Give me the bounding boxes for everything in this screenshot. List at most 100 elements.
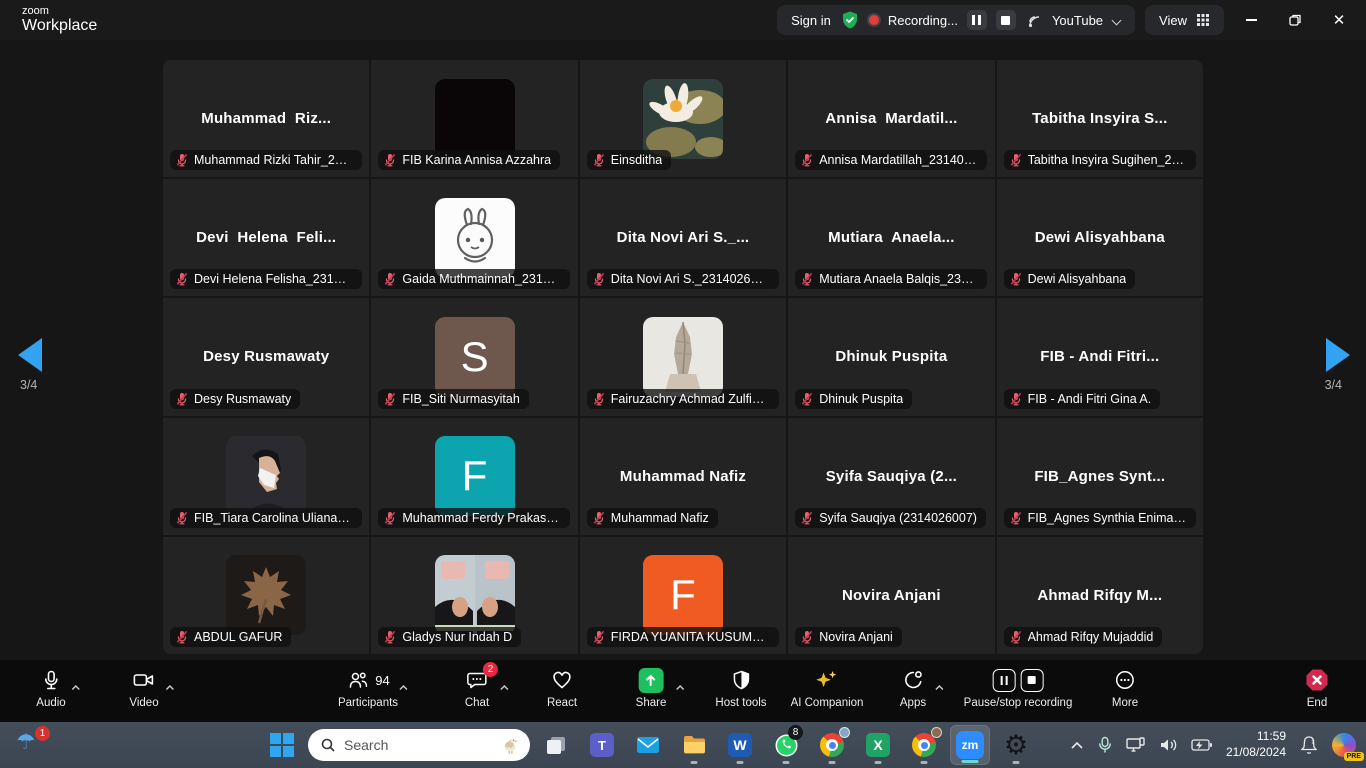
participants-options-caret[interactable]: [398, 679, 409, 697]
tray-chevron-up-icon[interactable]: [1070, 740, 1084, 750]
video-options-caret[interactable]: [164, 679, 175, 697]
muted-mic-icon: [175, 153, 189, 167]
pause-recording-button[interactable]: [967, 10, 987, 30]
pause-stop-recording-button[interactable]: Pause/stop recording: [964, 667, 1073, 709]
taskbar-app-settings[interactable]: ⚙: [996, 725, 1036, 765]
participant-tile[interactable]: Devi Helena Feli...Devi Helena Felisha_2…: [163, 179, 369, 296]
taskbar-app-chrome-2[interactable]: [904, 725, 944, 765]
participant-tile[interactable]: Dhinuk PuspitaDhinuk Puspita: [788, 298, 994, 415]
apps-button[interactable]: Apps: [900, 667, 926, 709]
participant-tile[interactable]: ABDUL GAFUR: [163, 537, 369, 654]
host-tools-button[interactable]: Host tools: [715, 667, 766, 709]
audio-options-caret[interactable]: [70, 679, 81, 697]
close-button[interactable]: ✕: [1322, 5, 1356, 35]
participant-tile[interactable]: FIB - Andi Fitri...FIB - Andi Fitri Gina…: [997, 298, 1203, 415]
participant-tile[interactable]: Novira AnjaniNovira Anjani: [788, 537, 994, 654]
previous-page-arrow[interactable]: [18, 338, 42, 372]
taskbar-app-chrome-1[interactable]: [812, 725, 852, 765]
muted-mic-icon: [383, 153, 397, 167]
muted-mic-icon: [1009, 392, 1023, 406]
participant-tile[interactable]: FIB_Tiara Carolina Uliana Situ...: [163, 418, 369, 535]
participant-tile[interactable]: Fairuzachry Achmad Zulfian_ S...: [580, 298, 786, 415]
taskbar-app-whatsapp[interactable]: 8: [766, 725, 806, 765]
chat-button[interactable]: 2 Chat: [465, 667, 489, 709]
security-shield-icon[interactable]: [840, 10, 860, 30]
participant-tile[interactable]: Dita Novi Ari S._...Dita Novi Ari S._231…: [580, 179, 786, 296]
tray-microphone-icon[interactable]: [1097, 736, 1113, 754]
taskbar-app-explorer[interactable]: [674, 725, 714, 765]
apps-options-caret[interactable]: [934, 679, 945, 697]
taskbar-app-teams[interactable]: T: [582, 725, 622, 765]
chevron-down-icon[interactable]: [1112, 16, 1121, 25]
logo-zoom-text: zoom: [22, 6, 97, 17]
stop-recording-icon[interactable]: [1021, 669, 1044, 692]
zoom-app-icon: zm: [956, 731, 984, 759]
copilot-icon[interactable]: PRE: [1332, 733, 1356, 757]
participant-tile[interactable]: SFIB_Siti Nurmasyitah: [371, 298, 577, 415]
widgets-weather-icon[interactable]: ☂1: [16, 729, 46, 759]
participant-tile[interactable]: FIB_Agnes Synt...FIB_Agnes Synthia Enima…: [997, 418, 1203, 535]
share-button[interactable]: Share: [636, 667, 667, 709]
tray-battery-icon[interactable]: [1191, 738, 1213, 752]
participant-tile[interactable]: Gladys Nur Indah D: [371, 537, 577, 654]
page-indicator-left: 3/4: [20, 378, 37, 392]
sign-in-button[interactable]: Sign in: [791, 13, 831, 28]
participant-name-label: Tabitha Insyira Sugihen_23140...: [1004, 150, 1196, 170]
start-button[interactable]: [262, 725, 302, 765]
participant-tile[interactable]: Desy RusmawatyDesy Rusmawaty: [163, 298, 369, 415]
taskbar-app-zoom-active[interactable]: zm: [950, 725, 990, 765]
participant-tile[interactable]: Gaida Muthmainnah_2314026...: [371, 179, 577, 296]
participant-tile[interactable]: Muhammad NafizMuhammad Nafiz: [580, 418, 786, 535]
participant-tile[interactable]: Tabitha Insyira S...Tabitha Insyira Sugi…: [997, 60, 1203, 177]
react-button[interactable]: React: [547, 667, 577, 709]
participant-tile[interactable]: Syifa Sauqiya (2...Syifa Sauqiya (231402…: [788, 418, 994, 535]
share-options-caret[interactable]: [675, 679, 686, 697]
video-button[interactable]: Video: [129, 667, 158, 709]
tray-display-icon[interactable]: [1126, 737, 1146, 753]
next-page-arrow[interactable]: [1326, 338, 1350, 372]
view-button[interactable]: View: [1145, 5, 1224, 35]
search-highlight-bird-icon[interactable]: [500, 734, 522, 756]
participant-tile[interactable]: FMuhammad Ferdy Prakasa_23...: [371, 418, 577, 535]
taskbar-search-input[interactable]: Search: [308, 729, 530, 761]
participant-name-label: ABDUL GAFUR: [170, 627, 291, 647]
participant-name-label: Mutiara Anaela Balqis_231402...: [795, 269, 987, 289]
stop-recording-button[interactable]: [996, 10, 1016, 30]
participant-tile[interactable]: FFIRDA YUANITA KUSUMA WA...: [580, 537, 786, 654]
pause-recording-icon[interactable]: [993, 669, 1016, 692]
participant-tile[interactable]: Ahmad Rifqy M...Ahmad Rifqy Mujaddid: [997, 537, 1203, 654]
participant-tile[interactable]: Einsditha: [580, 60, 786, 177]
participant-name-label: Fairuzachry Achmad Zulfian_ S...: [587, 389, 779, 409]
taskbar-app-mail[interactable]: [628, 725, 668, 765]
participant-tile[interactable]: Mutiara Anaela... Mutiara Anaela Balqis_2…: [788, 179, 994, 296]
cartoon-rabbit-avatar: [435, 198, 515, 278]
taskbar-app-excel[interactable]: X: [858, 725, 898, 765]
ai-companion-button[interactable]: AI Companion: [791, 667, 864, 709]
minimize-button[interactable]: [1234, 5, 1268, 35]
participant-name-label: Ahmad Rifqy Mujaddid: [1004, 627, 1163, 647]
initial-letter-avatar: S: [435, 317, 515, 397]
participant-display-name: Mutiara Anaela...: [828, 229, 954, 246]
restore-button[interactable]: [1278, 5, 1312, 35]
participant-tile[interactable]: Annisa Mardatil...Annisa Mardatillah_231…: [788, 60, 994, 177]
task-view-button[interactable]: [536, 725, 576, 765]
participant-name-label: Gladys Nur Indah D: [378, 627, 521, 647]
muted-mic-icon: [175, 630, 189, 644]
tray-notifications-bell-icon[interactable]: z: [1299, 735, 1319, 755]
audio-button[interactable]: Audio: [36, 667, 65, 709]
camera-icon: [131, 668, 157, 692]
participants-button[interactable]: 94 Participants: [338, 667, 398, 709]
participant-tile[interactable]: Dewi AlisyahbanaDewi Alisyahbana: [997, 179, 1203, 296]
participant-display-name: Novira Anjani: [842, 587, 941, 604]
participant-tile[interactable]: FIB Karina Annisa Azzahra: [371, 60, 577, 177]
participant-name-label: FIB_Siti Nurmasyitah: [378, 389, 528, 409]
tray-clock[interactable]: 11:59 21/08/2024: [1226, 729, 1286, 760]
muted-mic-icon: [592, 153, 606, 167]
more-button[interactable]: More: [1112, 667, 1138, 709]
participant-tile[interactable]: Muhammad Riz...Muhammad Rizki Tahir_2314…: [163, 60, 369, 177]
end-meeting-button[interactable]: End: [1304, 667, 1330, 709]
chat-options-caret[interactable]: [499, 679, 510, 697]
youtube-stream-label[interactable]: YouTube: [1052, 13, 1103, 28]
tray-speaker-icon[interactable]: [1159, 737, 1178, 753]
taskbar-app-word[interactable]: W: [720, 725, 760, 765]
